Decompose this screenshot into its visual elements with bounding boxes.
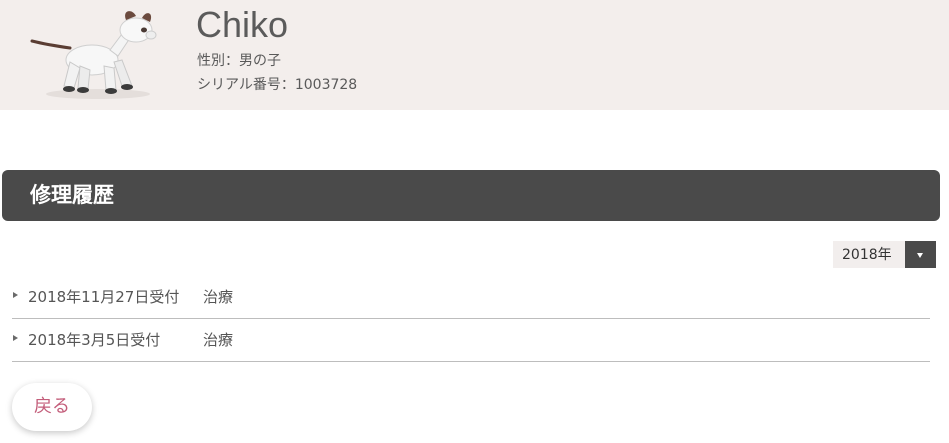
- history-type: 治療: [203, 288, 234, 306]
- history-type: 治療: [203, 331, 234, 349]
- repair-history-list: 2018年11月27日受付 治療 2018年3月5日受付 治療: [12, 276, 930, 362]
- pet-gender: 性別：男の子: [197, 53, 281, 69]
- back-button[interactable]: 戻る: [12, 383, 92, 431]
- history-date: 2018年3月5日受付: [28, 331, 161, 349]
- back-button-label: 戻る: [34, 396, 70, 417]
- triangle-right-icon: [13, 292, 18, 298]
- year-select[interactable]: 2018年: [833, 241, 936, 268]
- section-header: 修理履歴: [2, 170, 940, 221]
- triangle-right-icon: [13, 335, 18, 341]
- profile-header: Chiko 性別：男の子 シリアル番号：1003728: [0, 0, 949, 110]
- aibo-dog-image: [30, 11, 157, 99]
- pet-name: Chiko: [196, 4, 289, 45]
- list-item[interactable]: 2018年3月5日受付 治療: [12, 319, 930, 362]
- history-date: 2018年11月27日受付: [28, 288, 180, 306]
- section-title: 修理履歴: [30, 183, 114, 207]
- pet-serial-number: シリアル番号：1003728: [197, 77, 358, 93]
- chevron-down-icon[interactable]: [905, 241, 936, 268]
- list-item[interactable]: 2018年11月27日受付 治療: [12, 276, 930, 319]
- year-select-value: 2018年: [842, 247, 892, 263]
